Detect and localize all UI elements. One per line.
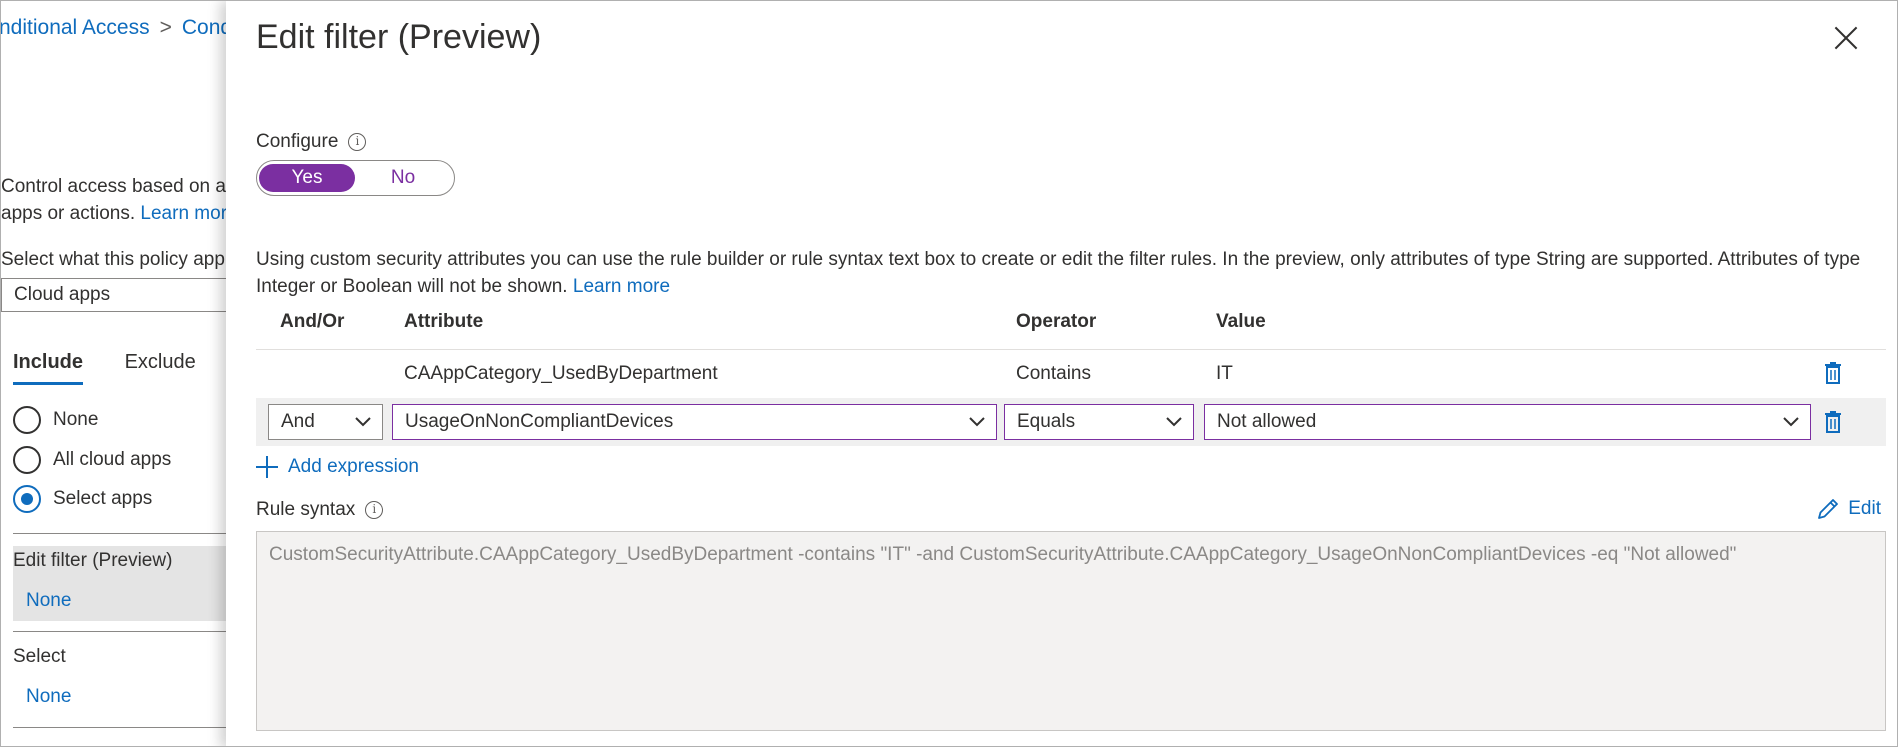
andor-dropdown[interactable]: And [268, 404, 383, 440]
edit-filter-value[interactable]: None [26, 590, 71, 612]
edit-filter-title: Edit filter (Preview) [13, 550, 173, 571]
chevron-down-icon [1783, 417, 1799, 427]
close-icon[interactable] [1831, 23, 1861, 53]
divider [13, 631, 241, 632]
delete-row1-trash-icon[interactable] [1824, 362, 1842, 384]
edit-label: Edit [1848, 498, 1881, 519]
radio-button-selected[interactable] [13, 485, 41, 513]
radio-button[interactable] [13, 446, 41, 474]
configure-label: Configure i [256, 131, 367, 153]
policy-target-dropdown[interactable]: Cloud apps [1, 278, 241, 312]
background-page: nditional Access > Cond Control access bas… [1, 1, 241, 746]
header-andor: And/Or [280, 311, 345, 332]
radio-label: None [53, 409, 99, 430]
header-attribute: Attribute [404, 311, 484, 332]
toggle-yes[interactable]: Yes [259, 164, 355, 192]
edit-rule-syntax-button[interactable]: Edit [1816, 497, 1881, 521]
panel-description: Using custom security attributes you can… [256, 246, 1896, 300]
rule-syntax-label: Rule syntax i [256, 499, 384, 521]
policy-description: Control access based on a apps or action… [1, 173, 227, 227]
chevron-down-icon [969, 417, 985, 427]
rule-syntax-label-text: Rule syntax [256, 499, 356, 520]
include-exclude-tabs: Include Exclude [13, 351, 196, 385]
breadcrumb-separator: > [159, 16, 172, 39]
learn-more-link[interactable]: Learn mor [140, 203, 227, 224]
info-icon[interactable]: i [348, 133, 367, 151]
info-icon[interactable]: i [365, 501, 384, 519]
toggle-no[interactable]: No [355, 164, 451, 192]
edit-filter-panel: Edit filter (Preview) Configure i Yes No… [226, 1, 1897, 746]
row1-value: IT [1216, 363, 1233, 384]
radio-all-cloud-apps[interactable]: All cloud apps [13, 446, 171, 474]
header-value: Value [1216, 311, 1266, 332]
breadcrumb-item-conditional-access[interactable]: nditional Access [1, 16, 150, 39]
learn-more-link[interactable]: Learn more [573, 276, 670, 297]
attribute-dropdown-value: UsageOnNonCompliantDevices [405, 411, 674, 432]
chevron-down-icon [355, 417, 371, 427]
configure-toggle[interactable]: Yes No [256, 160, 455, 196]
chevron-down-icon [1166, 417, 1182, 427]
screenshot-frame: nditional Access > Cond Control access bas… [0, 0, 1898, 747]
plus-icon [256, 456, 278, 478]
select-policy-label: Select what this policy app [1, 249, 225, 270]
radio-label: All cloud apps [53, 449, 172, 470]
divider [13, 727, 241, 728]
breadcrumb-item-cond[interactable]: Cond [182, 16, 232, 39]
value-dropdown[interactable]: Not allowed [1204, 404, 1811, 440]
header-divider [256, 349, 1886, 350]
description-line-2: apps or actions. [1, 203, 136, 224]
attribute-dropdown[interactable]: UsageOnNonCompliantDevices [392, 404, 997, 440]
add-expression-button[interactable]: Add expression [256, 456, 419, 478]
configure-label-text: Configure [256, 131, 339, 152]
header-operator: Operator [1016, 311, 1097, 332]
operator-dropdown[interactable]: Equals [1004, 404, 1194, 440]
value-dropdown-value: Not allowed [1217, 411, 1317, 432]
tab-exclude[interactable]: Exclude [125, 351, 196, 374]
radio-label: Select apps [53, 488, 153, 509]
pencil-icon [1818, 499, 1839, 519]
rule-syntax-textbox[interactable]: CustomSecurityAttribute.CAAppCategory_Us… [256, 531, 1886, 731]
description-line-1: Control access based on a [1, 176, 226, 197]
delete-row2-trash-icon[interactable] [1824, 411, 1842, 433]
select-section-value[interactable]: None [26, 686, 71, 708]
select-section-title: Select [13, 646, 66, 667]
divider [13, 533, 241, 534]
panel-title: Edit filter (Preview) [256, 18, 542, 56]
radio-none[interactable]: None [13, 406, 98, 434]
add-expression-label: Add expression [288, 456, 419, 477]
row1-attribute: CAAppCategory_UsedByDepartment [404, 363, 718, 384]
breadcrumb: nditional Access > Cond [1, 16, 232, 40]
radio-button[interactable] [13, 406, 41, 434]
operator-dropdown-value: Equals [1017, 411, 1076, 432]
description-text: Using custom security attributes you can… [256, 249, 1861, 297]
row1-operator: Contains [1016, 363, 1091, 384]
andor-dropdown-value: And [281, 411, 315, 432]
tab-include[interactable]: Include [13, 351, 84, 385]
radio-select-apps[interactable]: Select apps [13, 485, 152, 513]
